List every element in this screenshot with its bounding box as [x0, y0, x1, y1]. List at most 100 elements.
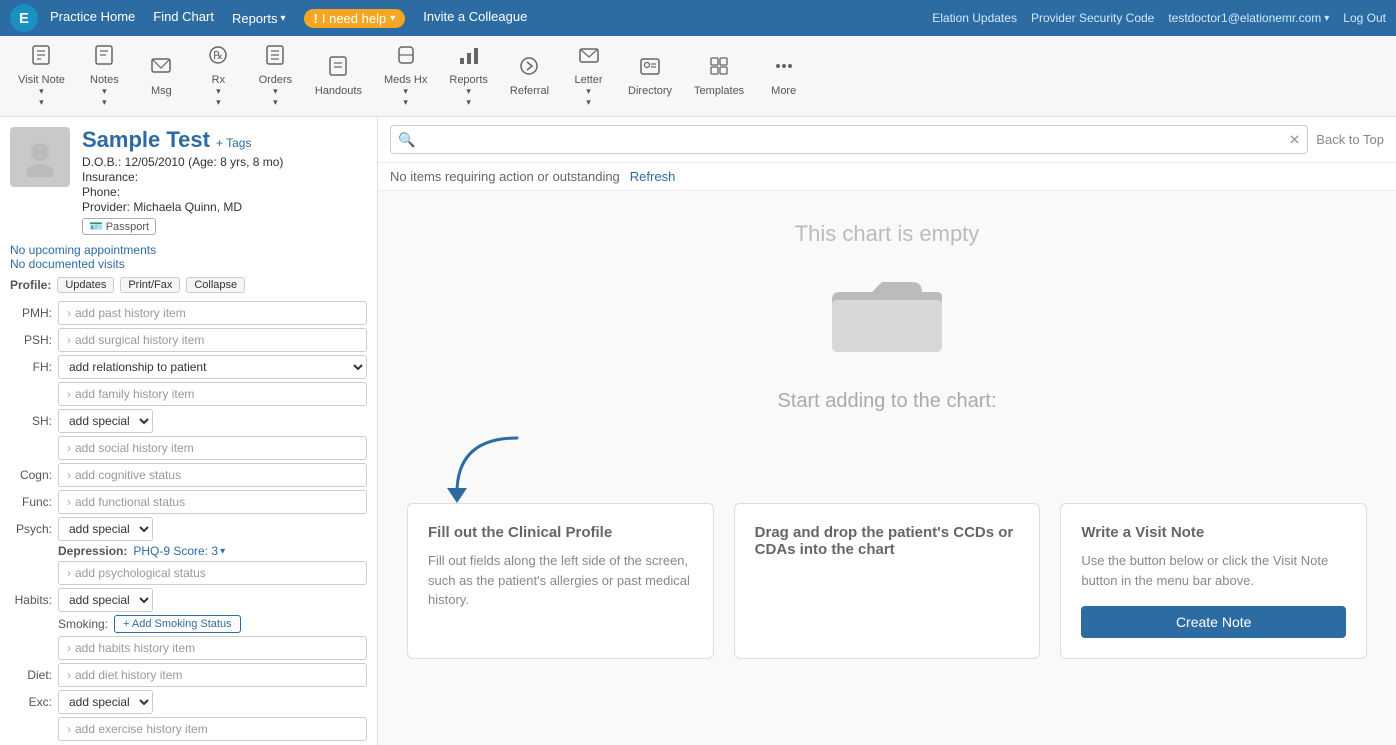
add-habits-button[interactable]: add habits history item [58, 636, 367, 660]
psh-row: PSH: add surgical history item [10, 328, 367, 352]
depression-row: Depression: PHQ-9 Score: 3 ▾ [58, 544, 367, 558]
orders-label: Orders [259, 74, 293, 86]
add-sh-button[interactable]: add social history item [58, 436, 367, 460]
psh-label: PSH: [10, 328, 52, 347]
account-dropdown-icon: ▾ [1324, 13, 1329, 24]
visit-note-icon [30, 44, 52, 72]
create-note-button[interactable]: Create Note [1081, 606, 1346, 638]
refresh-button[interactable]: Refresh [630, 169, 676, 184]
meds-hx-label: Meds Hx [384, 74, 427, 86]
nav-invite[interactable]: Invite a Colleague [423, 9, 527, 28]
search-input[interactable] [390, 125, 1308, 154]
patient-info: Sample Test + Tags D.O.B.: 12/05/2010 (A… [82, 127, 283, 235]
letter-label: Letter [574, 74, 602, 86]
profile-bar: Profile: Updates Print/Fax Collapse [10, 277, 367, 293]
add-exc-button[interactable]: add exercise history item [58, 717, 367, 741]
start-adding-title: Start adding to the chart: [777, 390, 996, 413]
nav-reports[interactable]: Reports ▾ [232, 9, 286, 28]
add-fh-button[interactable]: add family history item [58, 382, 367, 406]
patient-phone: Phone: [82, 185, 283, 199]
toolbar-visit-note[interactable]: Visit Note ▾ [8, 40, 75, 112]
exc-special-select[interactable]: add special [58, 690, 153, 714]
logout-link[interactable]: Log Out [1343, 11, 1386, 25]
add-psych-button[interactable]: add psychological status [58, 561, 367, 585]
clinical-profile-card: Fill out the Clinical Profile Fill out f… [407, 503, 714, 659]
fh-relationship-select[interactable]: add relationship to patient [58, 355, 367, 379]
cards-row: Fill out the Clinical Profile Fill out f… [407, 503, 1367, 659]
toolbar: Visit Note ▾Notes ▾Msg℞Rx ▾Orders ▾Hando… [0, 36, 1396, 117]
visit-note-card-title: Write a Visit Note [1081, 524, 1346, 541]
user-account-link[interactable]: testdoctor1@elationemr.com ▾ [1168, 11, 1329, 25]
add-cogn-button[interactable]: add cognitive status [58, 463, 367, 487]
search-clear-icon[interactable]: ✕ [1289, 131, 1301, 148]
cogn-content: add cognitive status [58, 463, 367, 487]
pmh-label: PMH: [10, 301, 52, 320]
no-visits-link[interactable]: No documented visits [10, 257, 367, 271]
collapse-button[interactable]: Collapse [186, 277, 245, 293]
psych-special-select[interactable]: add special [58, 517, 153, 541]
handouts-icon [327, 55, 349, 83]
updates-button[interactable]: Updates [57, 277, 114, 293]
drag-drop-card-title: Drag and drop the patient's CCDs or CDAs… [755, 524, 1020, 558]
psych-label: Psych: [10, 517, 52, 536]
cogn-row: Cogn: add cognitive status [10, 463, 367, 487]
help-icon: ! [314, 11, 318, 26]
psych-content: add special Depression: PHQ-9 Score: 3 ▾… [58, 517, 367, 585]
patient-tags[interactable]: + Tags [216, 136, 251, 150]
visit-note-card-desc: Use the button below or click the Visit … [1081, 551, 1346, 590]
phq-score[interactable]: PHQ-9 Score: 3 ▾ [133, 544, 225, 558]
fh-row: FH: add relationship to patient add fami… [10, 355, 367, 406]
profile-label: Profile: [10, 278, 51, 292]
print-fax-button[interactable]: Print/Fax [120, 277, 180, 293]
sh-special-select[interactable]: add special [58, 409, 153, 433]
toolbar-templates[interactable]: Templates [684, 51, 754, 101]
referral-label: Referral [510, 85, 549, 97]
smoking-row: Smoking: + Add Smoking Status [58, 615, 367, 633]
diet-content: add diet history item [58, 663, 367, 687]
pmh-content: add past history item [58, 301, 367, 325]
toolbar-more[interactable]: More [756, 51, 811, 101]
help-btn[interactable]: ! I need help ▾ [304, 9, 406, 28]
elation-updates-link[interactable]: Elation Updates [932, 11, 1017, 25]
toolbar-handouts[interactable]: Handouts [305, 51, 372, 101]
habits-content: add special Smoking: + Add Smoking Statu… [58, 588, 367, 660]
provider-security-link[interactable]: Provider Security Code [1031, 11, 1154, 25]
toolbar-directory[interactable]: Directory [618, 51, 682, 101]
notes-dropdown-icon: ▾ [102, 86, 107, 97]
toolbar-letter[interactable]: Letter ▾ [561, 40, 616, 112]
more-icon [773, 55, 795, 83]
toolbar-msg[interactable]: Msg [134, 51, 189, 101]
nav-find-chart[interactable]: Find Chart [153, 9, 214, 28]
toolbar-rx[interactable]: ℞Rx ▾ [191, 40, 246, 112]
handouts-label: Handouts [315, 85, 362, 97]
no-appt-link[interactable]: No upcoming appointments [10, 243, 367, 257]
toolbar-meds-hx[interactable]: Meds Hx ▾ [374, 40, 437, 112]
appointment-links: No upcoming appointments No documented v… [10, 243, 367, 271]
reports-label: Reports [449, 74, 488, 86]
back-to-top-link[interactable]: Back to Top [1316, 132, 1384, 147]
func-label: Func: [10, 490, 52, 509]
habits-row: Habits: add special Smoking: + Add Smoki… [10, 588, 367, 660]
add-pmh-button[interactable]: add past history item [58, 301, 367, 325]
drag-drop-card: Drag and drop the patient's CCDs or CDAs… [734, 503, 1041, 659]
add-smoking-button[interactable]: + Add Smoking Status [114, 615, 241, 633]
toolbar-orders[interactable]: Orders ▾ [248, 40, 303, 112]
svg-text:℞: ℞ [213, 50, 223, 62]
add-psh-button[interactable]: add surgical history item [58, 328, 367, 352]
add-func-button[interactable]: add functional status [58, 490, 367, 514]
search-bar: 🔍 ✕ Back to Top [378, 117, 1396, 163]
help-dropdown-icon: ▾ [390, 13, 395, 24]
top-nav-links: Practice Home Find Chart Reports ▾ ! I n… [50, 9, 932, 28]
habits-special-select[interactable]: add special [58, 588, 153, 612]
nav-practice-home[interactable]: Practice Home [50, 9, 135, 28]
arrow-indicator [407, 433, 1367, 513]
toolbar-referral[interactable]: Referral [500, 51, 559, 101]
reports-dropdown-icon: ▾ [280, 13, 285, 24]
letter-dropdown-icon: ▾ [586, 86, 591, 97]
toolbar-notes[interactable]: Notes ▾ [77, 40, 132, 112]
func-row: Func: add functional status [10, 490, 367, 514]
directory-label: Directory [628, 85, 672, 97]
add-diet-button[interactable]: add diet history item [58, 663, 367, 687]
passport-button[interactable]: 🪪 Passport [82, 218, 156, 235]
toolbar-reports[interactable]: Reports ▾ [439, 40, 498, 112]
